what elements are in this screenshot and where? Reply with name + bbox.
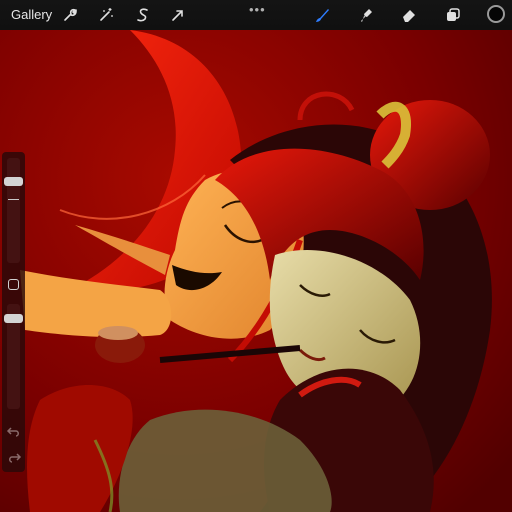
layers-icon[interactable]	[442, 4, 464, 26]
selection-s-icon[interactable]	[132, 4, 154, 26]
opacity-slider[interactable]	[4, 304, 23, 409]
redo-icon[interactable]	[6, 450, 22, 466]
left-sidebar	[2, 152, 25, 472]
wrench-icon[interactable]	[59, 4, 81, 26]
arrow-cursor-icon[interactable]	[167, 4, 189, 26]
top-toolbar: Gallery •••	[0, 0, 512, 30]
smudge-icon[interactable]	[355, 4, 377, 26]
square-modify-icon[interactable]	[8, 279, 19, 290]
brush-size-thumb[interactable]	[4, 177, 23, 186]
magic-wand-icon[interactable]	[95, 4, 117, 26]
opacity-thumb[interactable]	[4, 314, 23, 323]
size-marker	[8, 199, 19, 200]
undo-icon[interactable]	[6, 424, 22, 440]
ellipsis-icon[interactable]: •••	[249, 2, 266, 17]
gallery-button[interactable]: Gallery	[11, 7, 52, 22]
artwork-canvas[interactable]	[0, 0, 512, 512]
color-well-button[interactable]	[487, 5, 505, 23]
brush-icon[interactable]	[311, 4, 333, 26]
pipe-rim	[98, 326, 138, 340]
eraser-icon[interactable]	[398, 4, 420, 26]
brush-size-slider[interactable]	[4, 158, 23, 263]
